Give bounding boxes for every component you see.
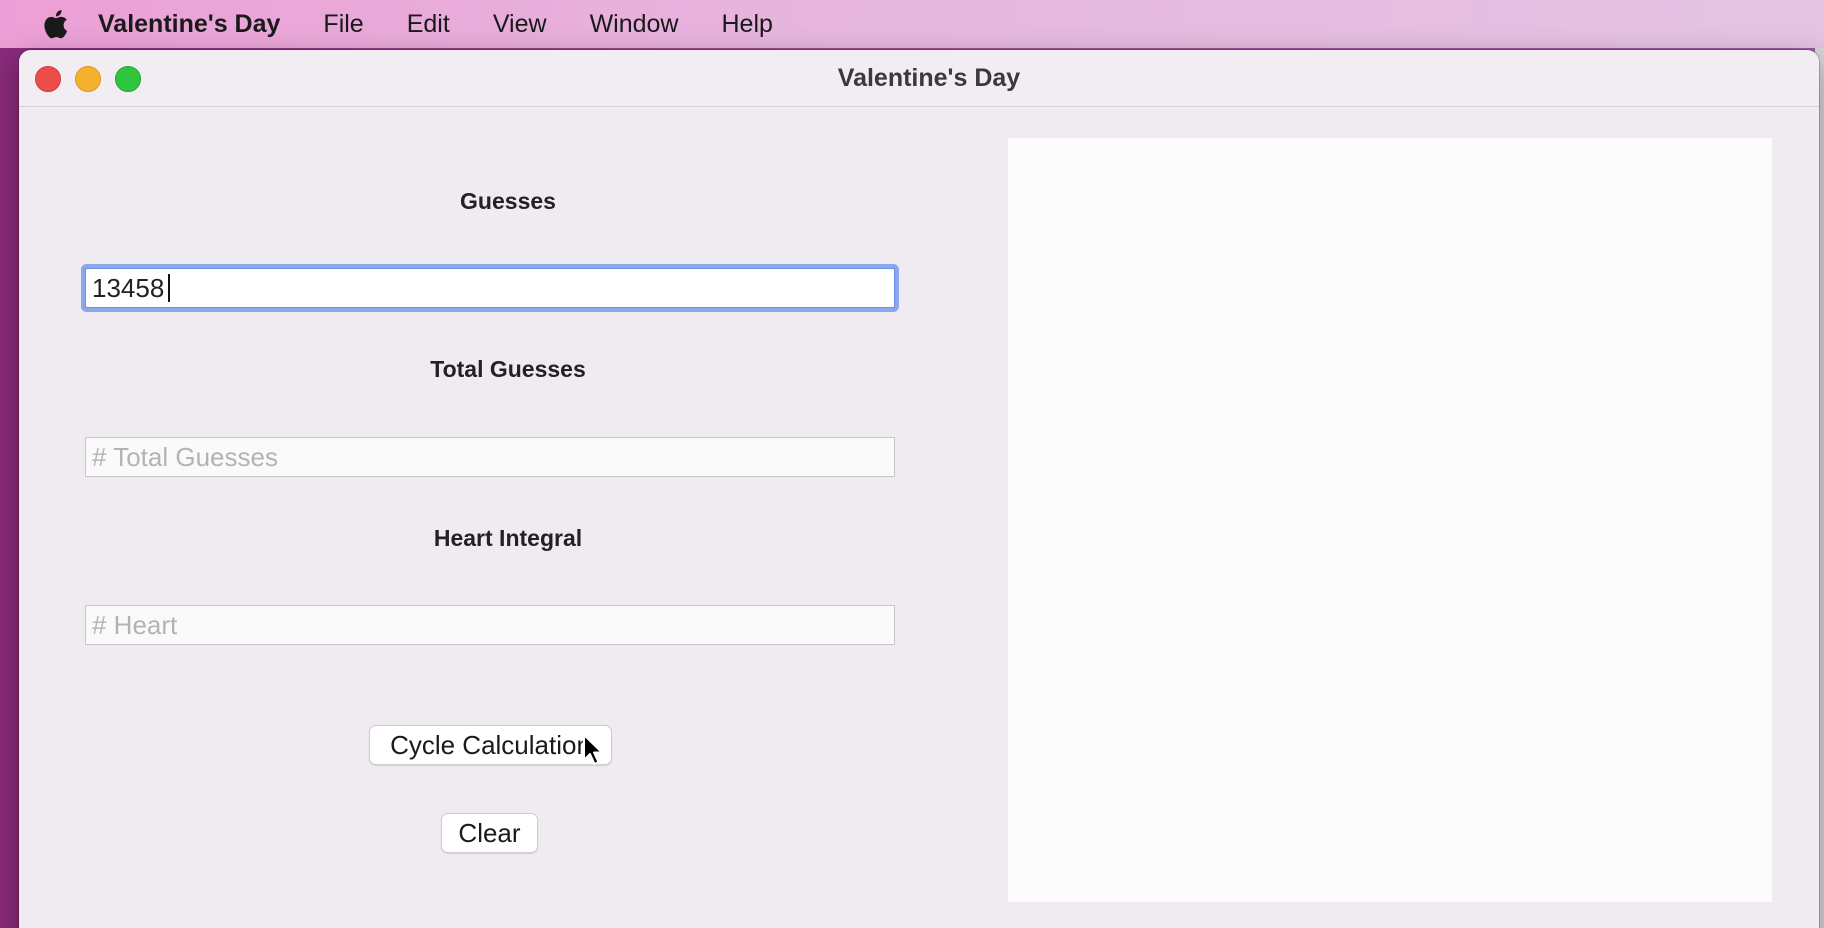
app-window: Valentine's Day Guesses Total Guesses He… xyxy=(19,50,1819,928)
clear-button[interactable]: Clear xyxy=(441,813,538,853)
menu-bar: Valentine's Day File Edit View Window He… xyxy=(0,0,1824,48)
text-caret xyxy=(168,274,170,302)
guesses-input[interactable] xyxy=(85,268,895,308)
menu-view[interactable]: View xyxy=(493,10,547,39)
heart-integral-label: Heart Integral xyxy=(433,525,583,551)
heart-plot-canvas[interactable] xyxy=(1008,138,1772,902)
window-titlebar[interactable]: Valentine's Day xyxy=(19,50,1819,107)
menu-app-name[interactable]: Valentine's Day xyxy=(98,10,280,39)
menu-file[interactable]: File xyxy=(323,10,363,39)
window-title: Valentine's Day xyxy=(837,64,1021,92)
total-guesses-label: Total Guesses xyxy=(430,356,586,382)
guesses-label: Guesses xyxy=(460,188,556,214)
cycle-calculation-button[interactable]: Cycle Calculation xyxy=(369,725,612,765)
menu-edit[interactable]: Edit xyxy=(407,10,450,39)
apple-logo-icon[interactable] xyxy=(40,7,70,41)
heart-integral-field[interactable] xyxy=(85,605,895,645)
total-guesses-field[interactable] xyxy=(85,437,895,477)
menu-help[interactable]: Help xyxy=(721,10,772,39)
menu-window[interactable]: Window xyxy=(590,10,679,39)
